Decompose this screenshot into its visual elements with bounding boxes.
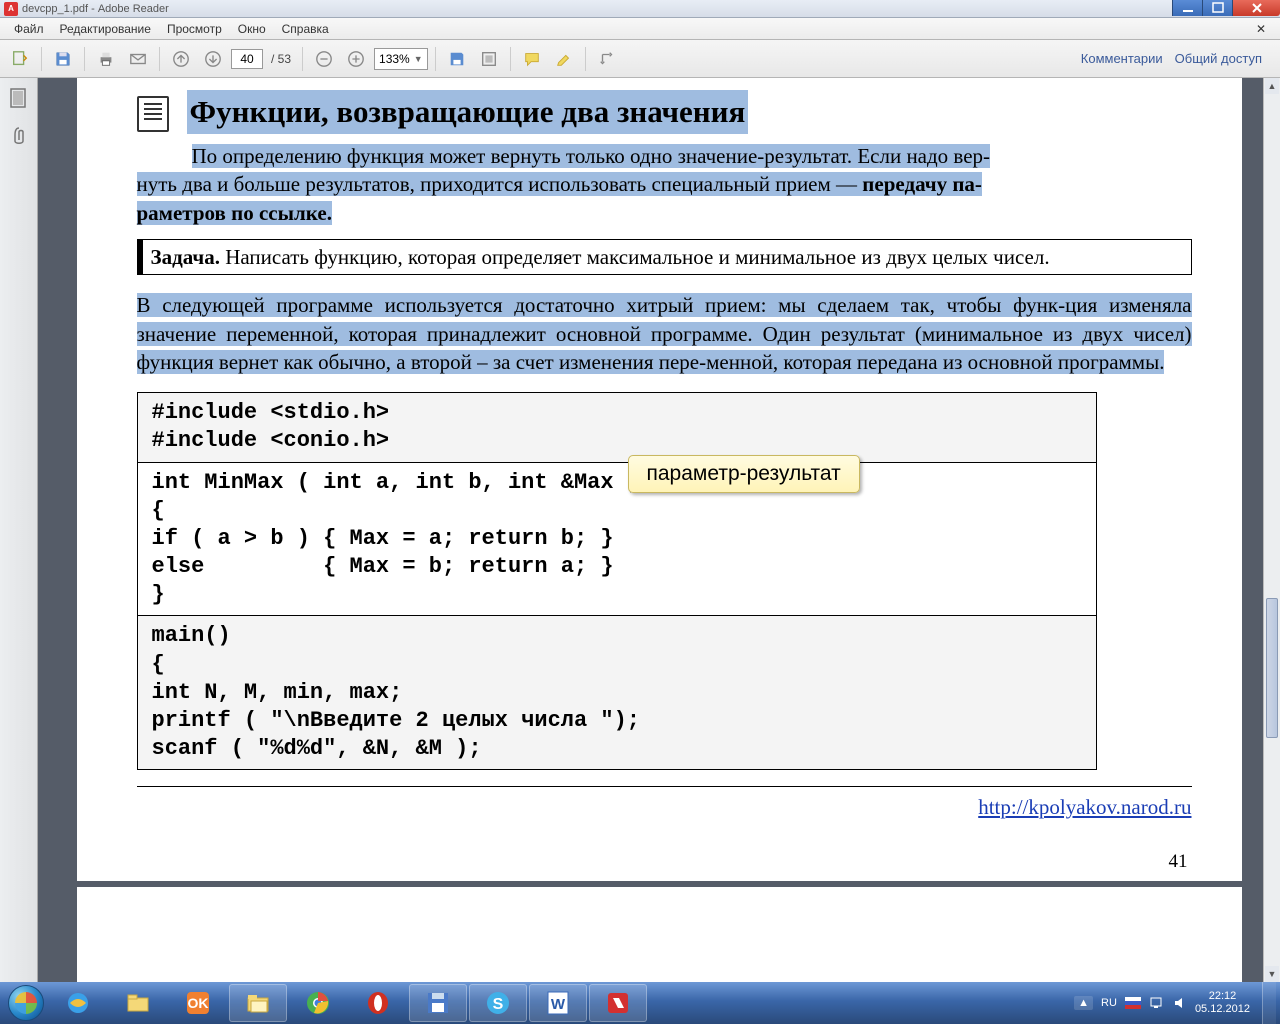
tool-save-copy-button[interactable]	[443, 45, 471, 73]
comment-button[interactable]	[518, 45, 546, 73]
export-pdf-button[interactable]	[6, 45, 34, 73]
page-total-label: / 53	[267, 52, 295, 66]
taskbar-explorer[interactable]	[109, 984, 167, 1022]
taskbar-app-orange[interactable]: OK	[169, 984, 227, 1022]
app-name: Adobe Reader	[98, 3, 169, 15]
document-area: Функции, возвращающие два значения По оп…	[38, 78, 1280, 982]
zoom-in-button[interactable]	[342, 45, 370, 73]
menu-edit[interactable]: Редактирование	[52, 20, 159, 38]
source-url-link[interactable]: http://kpolyakov.narod.ru	[978, 795, 1191, 819]
document-icon	[137, 96, 169, 132]
section-heading: Функции, возвращающие два значения	[187, 90, 749, 134]
zoom-out-button[interactable]	[310, 45, 338, 73]
side-panel	[0, 78, 38, 982]
tray-lang[interactable]: RU	[1101, 997, 1117, 1009]
code-block: #include <stdio.h> #include <conio.h> па…	[137, 392, 1097, 770]
email-button[interactable]	[124, 45, 152, 73]
tool-snapshot-button[interactable]	[475, 45, 503, 73]
system-tray: ▲ RU 22:12 05.12.2012	[1066, 990, 1258, 1016]
menu-bar: Файл Редактирование Просмотр Окно Справк…	[0, 18, 1280, 40]
task-box: Задача. Написать функцию, которая опреде…	[137, 239, 1192, 275]
code-main: main() { int N, M, min, max; printf ( "\…	[137, 616, 1096, 770]
minimize-button[interactable]	[1172, 0, 1202, 16]
footer-link: http://kpolyakov.narod.ru	[137, 793, 1192, 821]
menu-help[interactable]: Справка	[274, 20, 337, 38]
tray-flag-icon[interactable]	[1125, 997, 1141, 1009]
page-up-button[interactable]	[167, 45, 195, 73]
taskbar-word[interactable]: W	[529, 984, 587, 1022]
taskbar-ie[interactable]	[49, 984, 107, 1022]
tray-clock[interactable]: 22:12 05.12.2012	[1195, 990, 1250, 1016]
taskbar: OK S W ▲ RU 22:12 05.12.2012	[0, 982, 1280, 1024]
scroll-thumb[interactable]	[1266, 598, 1278, 738]
tray-overflow-icon[interactable]: ▲	[1074, 996, 1093, 1010]
attachments-icon[interactable]	[7, 124, 31, 148]
tray-volume-icon[interactable]	[1173, 996, 1187, 1010]
svg-text:S: S	[493, 996, 504, 1013]
tray-network-icon[interactable]	[1149, 996, 1165, 1010]
menu-file[interactable]: Файл	[6, 20, 52, 38]
paragraph-1: По определению функция может вернуть тол…	[137, 142, 1192, 227]
save-button[interactable]	[49, 45, 77, 73]
svg-text:W: W	[551, 996, 566, 1013]
svg-text:OK: OK	[188, 995, 209, 1011]
window-titlebar: A devcpp_1.pdf - Adobe Reader	[0, 0, 1280, 18]
toolbar: / 53 133%▼ Комментарии Общий доступ	[0, 40, 1280, 78]
start-button[interactable]	[4, 982, 48, 1024]
pdf-icon: A	[4, 2, 18, 16]
document-filename: devcpp_1.pdf	[22, 3, 88, 15]
read-mode-button[interactable]	[593, 45, 621, 73]
taskbar-opera[interactable]	[349, 984, 407, 1022]
taskbar-chrome[interactable]	[289, 984, 347, 1022]
page-number-input[interactable]	[231, 49, 263, 69]
scroll-down-arrow[interactable]: ▼	[1265, 966, 1279, 982]
maximize-button[interactable]	[1202, 0, 1232, 16]
scroll-up-arrow[interactable]: ▲	[1265, 78, 1279, 94]
paragraph-2: В следующей программе используется доста…	[137, 291, 1192, 376]
vertical-scrollbar[interactable]: ▲ ▼	[1263, 78, 1280, 982]
menu-view[interactable]: Просмотр	[159, 20, 230, 38]
pdf-page: Функции, возвращающие два значения По оп…	[77, 78, 1242, 982]
zoom-select[interactable]: 133%▼	[374, 48, 428, 70]
code-includes: #include <stdio.h> #include <conio.h>	[137, 393, 1096, 462]
highlight-button[interactable]	[550, 45, 578, 73]
taskbar-save-app[interactable]	[409, 984, 467, 1022]
comments-link[interactable]: Комментарии	[1081, 51, 1163, 66]
thumbnails-icon[interactable]	[7, 86, 31, 110]
taskbar-adobe-reader[interactable]	[589, 984, 647, 1022]
page-down-button[interactable]	[199, 45, 227, 73]
chevron-down-icon: ▼	[414, 54, 423, 64]
close-button[interactable]	[1232, 0, 1280, 16]
menu-window[interactable]: Окно	[230, 20, 274, 38]
horizontal-rule	[137, 786, 1192, 787]
page-number: 41	[137, 849, 1192, 875]
code-function: параметр-результатint MinMax ( int a, in…	[137, 462, 1096, 616]
callout-label: параметр-результат	[628, 455, 860, 494]
print-button[interactable]	[92, 45, 120, 73]
share-link[interactable]: Общий доступ	[1175, 51, 1262, 66]
document-close-button[interactable]: ✕	[1248, 20, 1274, 38]
taskbar-folder-open[interactable]	[229, 984, 287, 1022]
taskbar-skype[interactable]: S	[469, 984, 527, 1022]
show-desktop-button[interactable]	[1262, 982, 1276, 1024]
